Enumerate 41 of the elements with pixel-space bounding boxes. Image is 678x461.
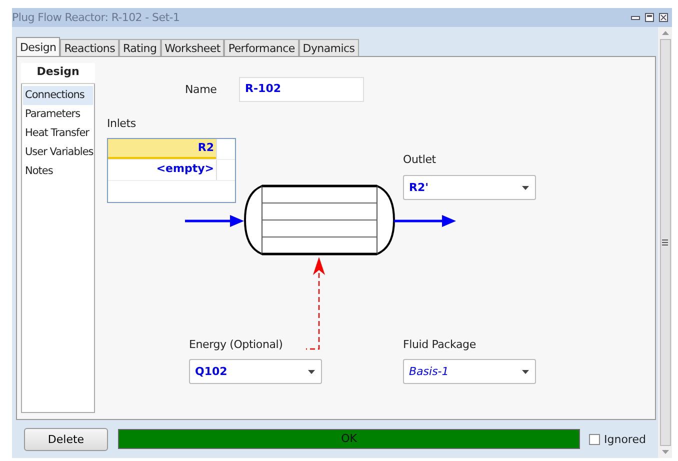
scroll-up-icon[interactable] (662, 31, 668, 35)
fluid-package-dropdown[interactable]: Basis-1 (403, 359, 536, 384)
tab[interactable]: Dynamics (298, 39, 359, 56)
close-icon[interactable] (659, 13, 668, 22)
inlet-cell[interactable]: <empty> (108, 160, 216, 180)
sidebar-item[interactable]: User Variables (23, 143, 93, 162)
inlet-cell[interactable]: R2 (108, 139, 216, 159)
sidebar-header: Design (21, 63, 95, 84)
energy-dropdown[interactable]: Q102 (189, 359, 322, 384)
maximize-icon[interactable] (645, 13, 654, 22)
grip-icon (662, 239, 668, 246)
sidebar-item[interactable]: Notes (23, 162, 93, 181)
window-title: Plug Flow Reactor: R-102 - Set-1 (12, 11, 180, 24)
caret-icon (308, 370, 315, 374)
status-bar: OK (118, 429, 580, 449)
outlet-dropdown[interactable]: R2' (403, 175, 536, 200)
scrollbar[interactable] (658, 27, 672, 458)
inlet-arrow (185, 215, 244, 227)
outlet-arrow (394, 215, 456, 227)
caret-icon (522, 186, 529, 190)
outlet-label: Outlet (403, 153, 436, 166)
sidebar-item[interactable]: Connections (23, 86, 93, 105)
sidebar-item[interactable]: Parameters (23, 105, 93, 124)
inlets-label: Inlets (107, 117, 136, 130)
ignored-checkbox[interactable] (589, 434, 600, 444)
tab[interactable]: Worksheet (160, 39, 224, 56)
delete-button[interactable]: Delete (24, 428, 108, 450)
fluid-package-label: Fluid Package (403, 338, 476, 351)
minimize-icon[interactable] (631, 14, 640, 21)
ignored-label: Ignored (604, 432, 646, 446)
scroll-down-icon[interactable] (662, 450, 668, 454)
scroll-thumb[interactable] (660, 39, 670, 446)
caret-icon (522, 370, 529, 374)
tab[interactable]: Reactions (60, 39, 119, 56)
tab[interactable]: Rating (119, 39, 161, 56)
tab[interactable]: Design (16, 37, 60, 56)
name-label: Name (185, 83, 217, 96)
energy-label: Energy (Optional) (189, 338, 283, 351)
tab[interactable]: Performance (224, 39, 299, 56)
name-field[interactable]: R-102 (239, 77, 364, 102)
sidebar-item[interactable]: Heat Transfer (23, 124, 93, 143)
